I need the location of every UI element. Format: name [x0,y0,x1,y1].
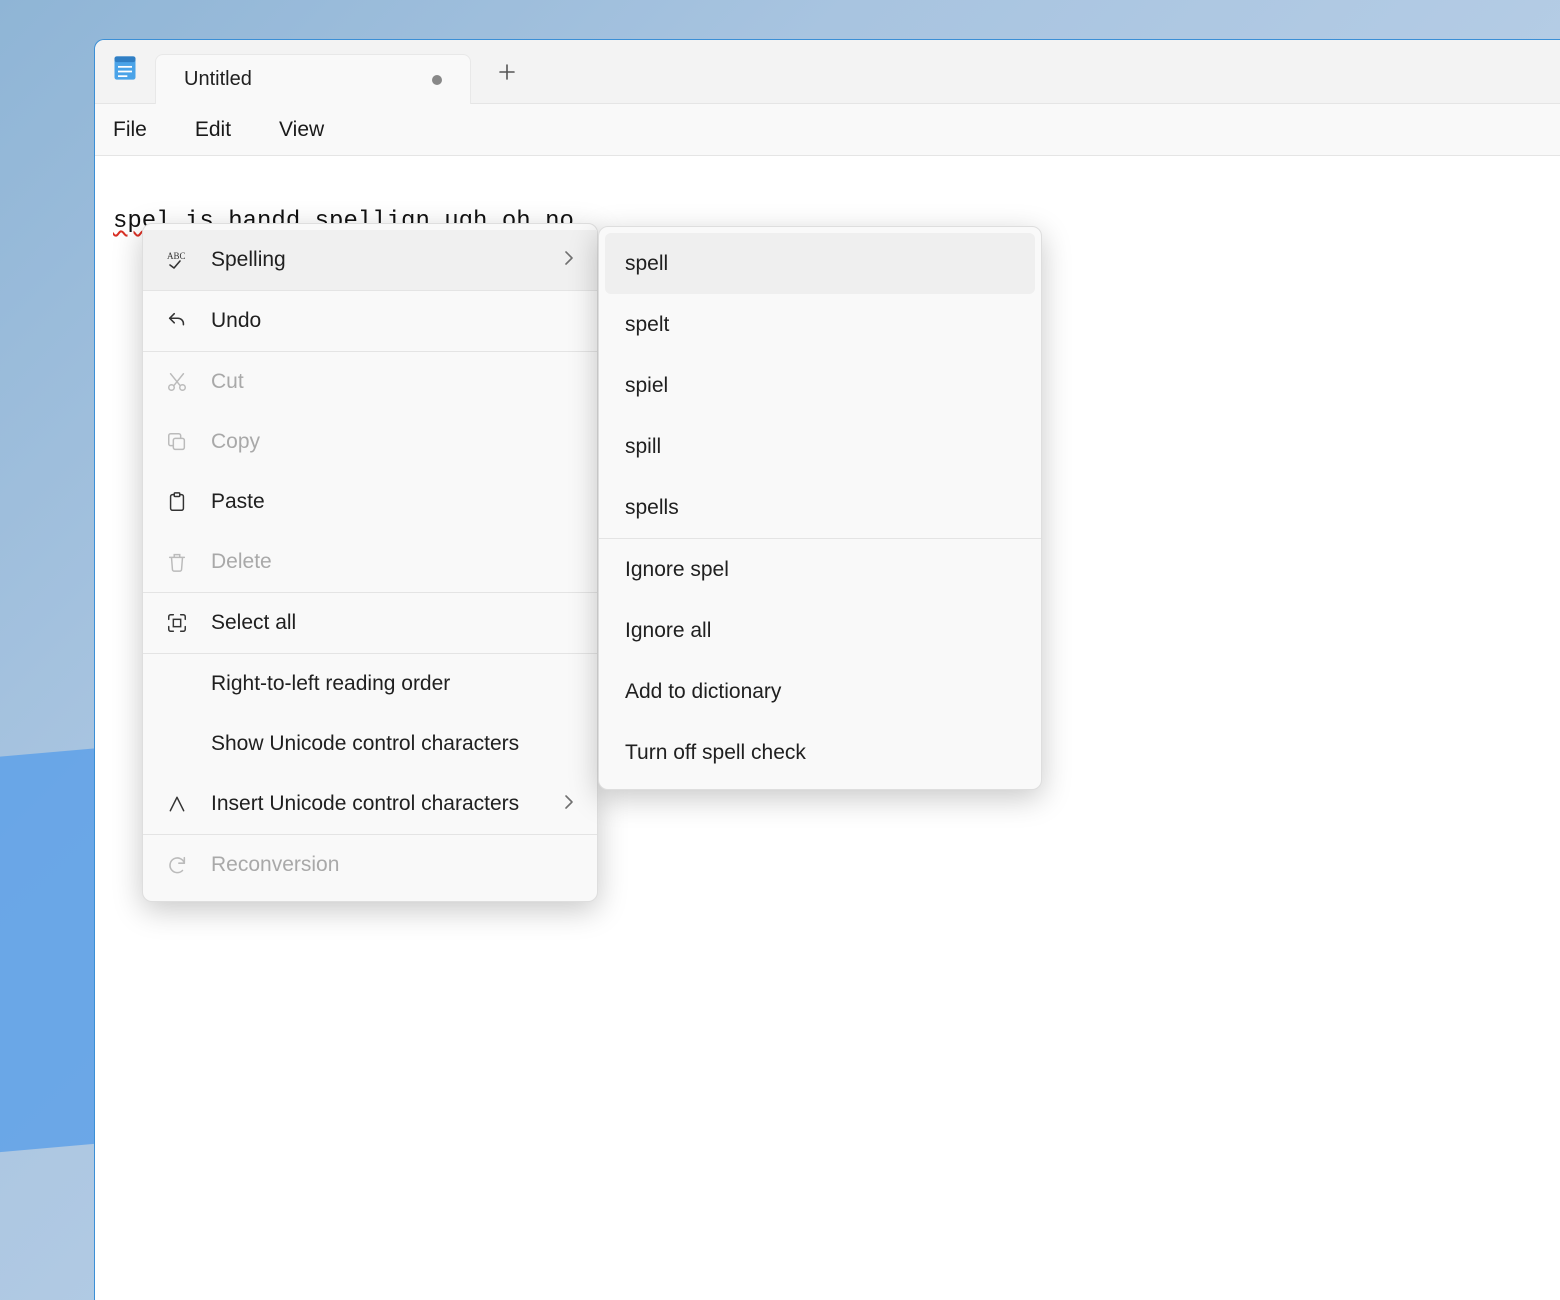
spelling-ignore-all[interactable]: Ignore all [599,600,1041,661]
menu-item-rtl[interactable]: Right-to-left reading order [143,654,597,714]
menu-view[interactable]: View [275,114,328,146]
chevron-right-icon [563,248,575,272]
menu-item-paste[interactable]: Paste [143,472,597,532]
menu-item-label: Show Unicode control characters [211,732,519,756]
menu-item-label: Paste [211,490,265,514]
spelling-icon: ABC [165,248,189,272]
paste-icon [165,490,189,514]
spelling-turn-off[interactable]: Turn off spell check [599,722,1041,783]
tab-title: Untitled [184,68,252,91]
spelling-add-to-dictionary[interactable]: Add to dictionary [599,661,1041,722]
suggestion-label: spell [625,252,668,276]
menu-item-label: Cut [211,370,244,394]
blank-icon [165,672,189,696]
undo-icon [165,309,189,333]
menu-item-label: Spelling [211,248,286,272]
chevron-right-icon [563,792,575,816]
menu-item-label: Reconversion [211,853,339,877]
copy-icon [165,430,189,454]
suggestion-label: spill [625,435,661,459]
delete-icon [165,550,189,574]
spelling-suggestion[interactable]: spiel [599,355,1041,416]
spelling-suggestion[interactable]: spelt [599,294,1041,355]
menu-item-label: Delete [211,550,272,574]
suggestion-label: spells [625,496,679,520]
menu-item-insert-unicode[interactable]: Insert Unicode control characters [143,774,597,834]
menu-item-cut: Cut [143,352,597,412]
titlebar: Untitled [95,40,1560,104]
new-tab-button[interactable] [483,48,531,96]
reconversion-icon [165,853,189,877]
menu-item-label: Right-to-left reading order [211,672,450,696]
tab-untitled[interactable]: Untitled [155,54,471,104]
cut-icon [165,370,189,394]
menu-file[interactable]: File [109,114,151,146]
menu-item-copy: Copy [143,412,597,472]
menu-item-label: Insert Unicode control characters [211,792,519,816]
menu-edit[interactable]: Edit [191,114,235,146]
menu-item-label: Add to dictionary [625,680,781,704]
menu-item-label: Ignore spel [625,558,729,582]
menu-item-label: Copy [211,430,260,454]
spelling-ignore-word[interactable]: Ignore spel [599,539,1041,600]
menubar: File Edit View [95,104,1560,156]
menu-item-select-all[interactable]: Select all [143,593,597,653]
spelling-submenu: spell spelt spiel spill spells Ignore sp… [598,226,1042,790]
insert-unicode-icon [165,792,189,816]
menu-item-label: Undo [211,309,261,333]
tab-dirty-indicator-icon[interactable] [432,75,442,85]
menu-item-spelling[interactable]: ABC Spelling [143,230,597,290]
menu-item-label: Select all [211,611,296,635]
menu-item-undo[interactable]: Undo [143,291,597,351]
spelling-suggestion[interactable]: spells [599,477,1041,538]
menu-item-label: Turn off spell check [625,741,806,765]
svg-text:ABC: ABC [167,251,186,261]
menu-item-show-unicode[interactable]: Show Unicode control characters [143,714,597,774]
menu-item-delete: Delete [143,532,597,592]
spelling-suggestion[interactable]: spill [599,416,1041,477]
menu-item-label: Ignore all [625,619,711,643]
suggestion-label: spiel [625,374,668,398]
suggestion-label: spelt [625,313,669,337]
menu-item-reconversion: Reconversion [143,835,597,895]
select-all-icon [165,611,189,635]
blank-icon [165,732,189,756]
notepad-app-icon [111,54,139,82]
spelling-suggestion[interactable]: spell [605,233,1035,294]
context-menu: ABC Spelling Undo Cut Copy Paste [142,223,598,902]
